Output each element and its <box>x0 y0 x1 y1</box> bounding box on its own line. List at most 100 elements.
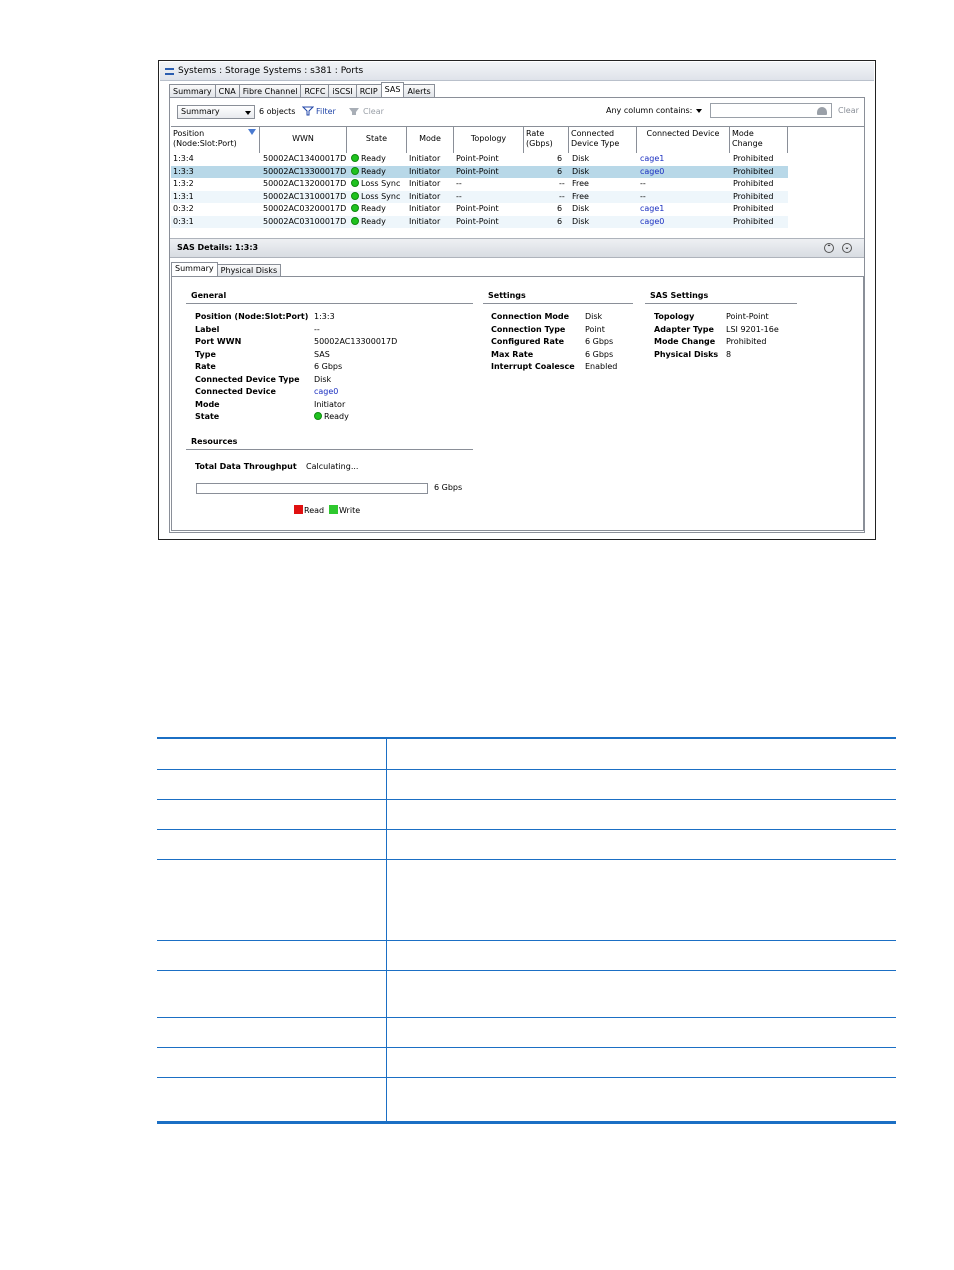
breadcrumb: Systems : Storage Systems : s381 : Ports <box>178 66 364 76</box>
col-topology[interactable]: Topology <box>454 127 524 153</box>
column-dropdown-icon[interactable] <box>696 109 702 113</box>
column-contains-label: Any column contains: <box>606 106 693 115</box>
field-label: Position (Node:Slot:Port) <box>195 312 309 321</box>
tab-rcfc[interactable]: RCFC <box>300 84 330 97</box>
field-label: Configured Rate <box>491 337 565 346</box>
tab-details-summary[interactable]: Summary <box>171 262 218 276</box>
table-row[interactable]: 1:3:4 50002AC13400017D Ready Initiator P… <box>171 153 788 166</box>
cell-position: 1:3:1 <box>173 191 194 201</box>
cell-mode: Initiator <box>409 216 441 226</box>
section-general-title: General <box>191 291 227 300</box>
details-tabs: Summary Physical Disks <box>171 262 282 276</box>
field-value: Point-Point <box>726 312 769 321</box>
col-mode[interactable]: Mode <box>407 127 454 153</box>
cell-conn-type: Disk <box>572 154 590 163</box>
field-label: Connected Device <box>195 387 276 396</box>
search-input[interactable] <box>710 103 832 118</box>
filter-button[interactable]: Filter <box>302 106 336 116</box>
table-row-selected[interactable]: 1:3:3 50002AC13300017D Ready Initiator P… <box>171 165 788 179</box>
collapse-up-icon[interactable]: ⌃ <box>824 243 834 253</box>
cell-conn-device-link[interactable]: cage1 <box>640 153 664 166</box>
legend-read-swatch <box>294 505 303 514</box>
tab-cna[interactable]: CNA <box>214 84 240 97</box>
tab-physical-disks[interactable]: Physical Disks <box>216 264 282 276</box>
doc-table-row <box>157 860 896 941</box>
field-label: Label <box>195 324 220 334</box>
legend-write-swatch <box>329 505 338 514</box>
field-label: Physical Disks <box>654 349 719 359</box>
connected-device-link[interactable]: cage0 <box>314 387 338 396</box>
cell-state: Ready <box>351 203 386 216</box>
col-rate[interactable]: Rate (Gbps) <box>524 127 569 153</box>
throughput-label: Total Data Throughput <box>195 462 297 471</box>
field-label: Interrupt Coalesce <box>491 362 575 371</box>
table-row[interactable]: 1:3:2 50002AC13200017D Loss Sync Initiat… <box>171 178 788 191</box>
doc-table-column-divider <box>386 800 387 829</box>
cell-wwn: 50002AC13400017D <box>263 154 347 163</box>
details-header: SAS Details: 1:3:3 ⌃ ⌄ <box>170 238 864 258</box>
field-value: Enabled <box>585 362 618 371</box>
field-label: Connection Type <box>491 324 566 334</box>
view-select-value: Summary <box>181 107 220 116</box>
col-mode-change[interactable]: Mode Change <box>730 127 788 153</box>
cell-mode-change: Prohibited <box>733 154 774 163</box>
cell-mode-change: Prohibited <box>733 204 774 213</box>
cell-conn-type: Disk <box>572 216 590 226</box>
cell-conn-type: Free <box>572 179 589 188</box>
tab-rcip[interactable]: RCIP <box>355 84 382 97</box>
table-row[interactable]: 1:3:1 50002AC13100017D Loss Sync Initiat… <box>171 190 788 203</box>
col-rate-line2: (Gbps) <box>526 139 553 148</box>
section-resources-title: Resources <box>191 437 238 446</box>
cell-mode-change: Prohibited <box>733 216 774 226</box>
field-value: -- <box>314 324 320 334</box>
details-body: General Position (Node:Slot:Port) 1:3:3 … <box>171 276 864 531</box>
table-row[interactable]: 0:3:1 50002AC03100017D Ready Initiator P… <box>171 215 788 229</box>
cell-state-text: Ready <box>361 166 386 176</box>
throughput-value: Calculating... <box>306 462 359 471</box>
doc-table-row <box>157 971 896 1018</box>
filter-label: Filter <box>316 106 336 116</box>
section-divider <box>186 449 473 450</box>
doc-table-column-divider <box>386 739 387 769</box>
doc-table-column-divider <box>386 971 387 1017</box>
cell-conn-device-link[interactable]: cage0 <box>640 166 664 179</box>
table-row[interactable]: 0:3:2 50002AC03200017D Ready Initiator P… <box>171 203 788 216</box>
details-title: SAS Details: 1:3:3 <box>177 243 259 252</box>
cell-conn-type: Disk <box>572 166 590 176</box>
section-sas-settings-title: SAS Settings <box>650 291 709 300</box>
col-position[interactable]: Position (Node:Slot:Port) <box>171 127 260 153</box>
cell-conn-device-link[interactable]: cage1 <box>640 203 664 216</box>
tab-iscsi[interactable]: iSCSI <box>328 84 357 97</box>
field-value: Point <box>585 324 605 334</box>
field-label: Mode Change <box>654 337 716 346</box>
clear-search-button[interactable]: Clear <box>838 106 859 115</box>
legend-write-label: Write <box>339 506 361 515</box>
doc-table-column-divider <box>386 1078 387 1123</box>
state-text: Ready <box>324 412 349 421</box>
doc-table-column-divider <box>386 770 387 799</box>
tab-sas[interactable]: SAS <box>380 82 405 97</box>
section-settings-title: Settings <box>488 291 526 300</box>
view-select[interactable]: Summary <box>177 105 255 119</box>
col-connected-type[interactable]: Connected Device Type <box>569 127 637 153</box>
field-label: Type <box>195 349 216 359</box>
field-value: 6 Gbps <box>314 362 343 371</box>
doc-table-row <box>157 1078 896 1123</box>
clear-filter-label: Clear <box>363 106 384 116</box>
tab-alerts[interactable]: Alerts <box>403 84 435 97</box>
tab-summary[interactable]: Summary <box>169 84 216 97</box>
field-value: Disk <box>585 312 603 321</box>
cell-conn-device-link[interactable]: cage0 <box>640 216 664 229</box>
col-state[interactable]: State <box>347 127 407 153</box>
cell-mode: Initiator <box>409 204 441 213</box>
status-ok-icon <box>351 154 359 162</box>
collapse-down-icon[interactable]: ⌄ <box>842 243 852 253</box>
field-label: Max Rate <box>491 349 534 359</box>
col-conn-type-line1: Connected <box>571 129 615 138</box>
clear-filter-button[interactable]: Clear <box>348 106 384 116</box>
cell-wwn: 50002AC13300017D <box>263 166 347 176</box>
tab-fibre-channel[interactable]: Fibre Channel <box>238 84 302 97</box>
col-connected-device[interactable]: Connected Device <box>637 127 730 153</box>
cell-state: Ready <box>351 153 386 166</box>
col-wwn[interactable]: WWN <box>260 127 347 153</box>
